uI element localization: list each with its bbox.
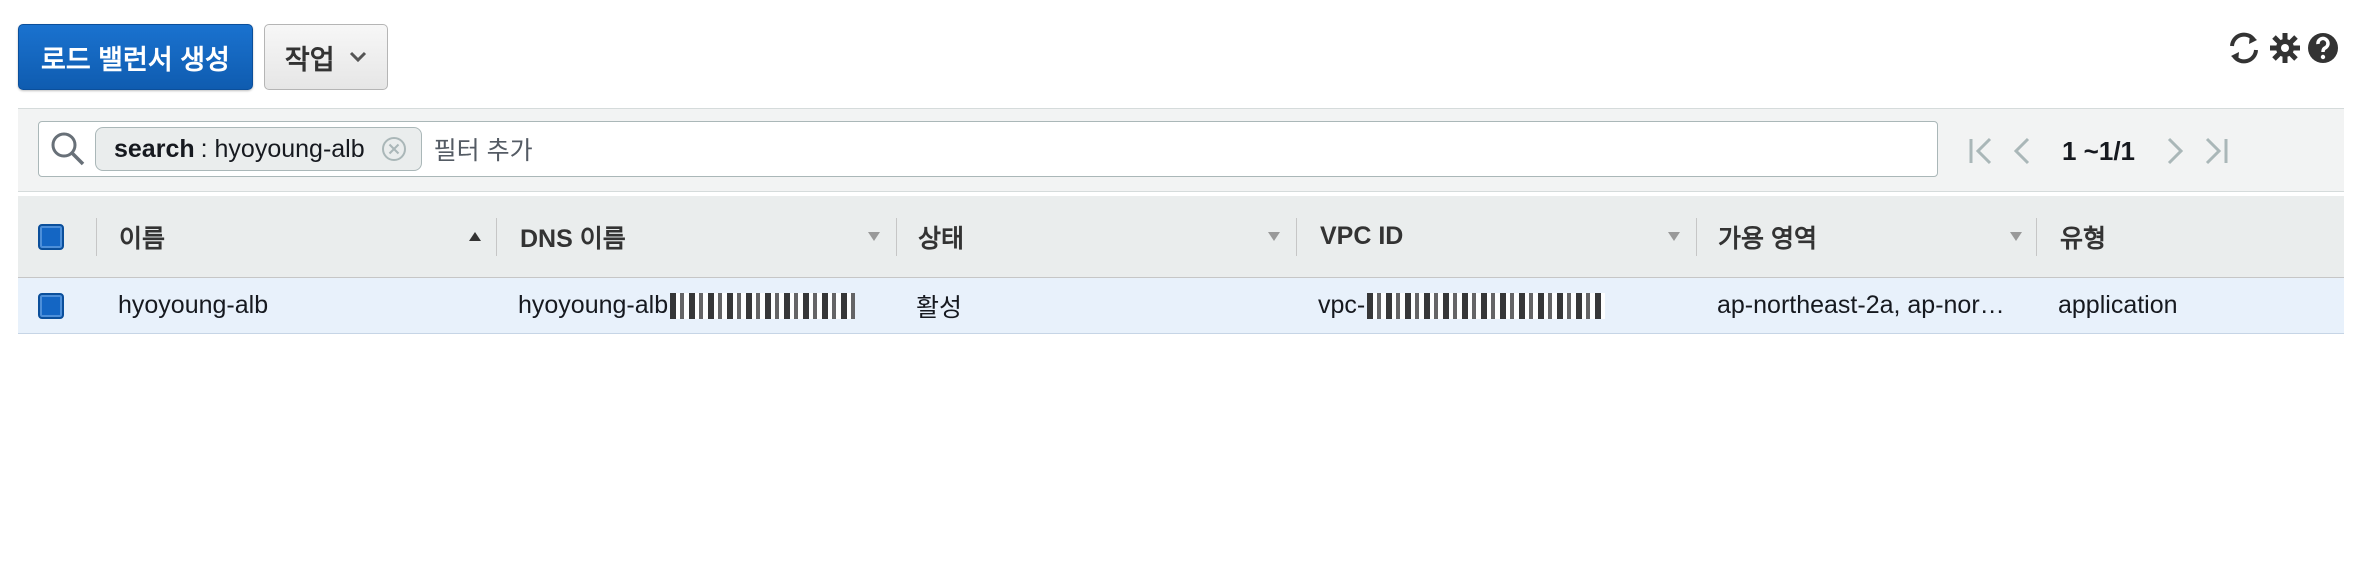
column-divider (1696, 218, 1697, 256)
page-range: 1 ~1/1 (2062, 135, 2136, 166)
row-vpc-id-text: vpc- (1318, 291, 1366, 319)
column-header-availability-zone[interactable]: 가용 영역 (1718, 196, 1817, 277)
column-divider (896, 218, 897, 256)
toolbar: 로드 밸런서 생성 작업 (18, 24, 388, 90)
close-icon[interactable] (381, 136, 407, 162)
previous-page-icon[interactable] (2012, 136, 2032, 166)
actions-dropdown-button[interactable]: 작업 (263, 24, 388, 90)
row-status: 활성 (916, 293, 963, 322)
column-header-name[interactable]: 이름 (119, 196, 165, 277)
column-header-dns[interactable]: DNS 이름 (520, 196, 626, 277)
create-load-balancer-button[interactable]: 로드 밸런서 생성 (18, 24, 253, 90)
filter-bar: search : hyoyoung-alb 필터 추가 1 ~1/1 (18, 108, 2344, 192)
next-page-icon[interactable] (2165, 136, 2185, 166)
filter-token-value: : hyoyoung-alb (200, 134, 365, 163)
load-balancer-table: 이름 DNS 이름 상태 VPC ID 가용 영역 유형 hyoyoung-al… (18, 196, 2344, 334)
row-dns-name: hyoyoung-alb (518, 278, 856, 333)
select-all-cell (38, 196, 64, 277)
row-availability-zone: ap-northeast-2a, ap-nor… (1717, 291, 2005, 319)
filter-token[interactable]: search : hyoyoung-alb (95, 127, 422, 171)
sort-ascending-icon[interactable] (468, 230, 482, 242)
redacted-vpc-suffix (1367, 292, 1606, 319)
select-all-checkbox[interactable] (38, 223, 64, 250)
search-input[interactable]: search : hyoyoung-alb 필터 추가 (38, 121, 1938, 177)
gear-icon[interactable] (2268, 31, 2302, 65)
add-filter-placeholder[interactable]: 필터 추가 (434, 131, 533, 167)
sort-down-icon[interactable] (1267, 230, 1281, 242)
column-header-type[interactable]: 유형 (2060, 196, 2106, 277)
table-header: 이름 DNS 이름 상태 VPC ID 가용 영역 유형 (18, 196, 2344, 278)
sort-down-icon[interactable] (2009, 230, 2023, 242)
column-divider (96, 218, 97, 256)
search-icon (51, 132, 85, 166)
create-load-balancer-label: 로드 밸런서 생성 (41, 44, 230, 75)
top-icons (2224, 28, 2340, 68)
row-select-cell (38, 278, 64, 333)
row-checkbox[interactable] (38, 292, 64, 319)
column-divider (1296, 218, 1297, 256)
column-divider (2036, 218, 2037, 256)
sort-down-icon[interactable] (1667, 230, 1681, 242)
row-dns-name-text: hyoyoung-alb (518, 291, 669, 319)
sort-down-icon[interactable] (867, 230, 881, 242)
column-header-status[interactable]: 상태 (918, 196, 964, 277)
filter-token-key: search (114, 134, 195, 163)
column-divider (496, 218, 497, 256)
actions-label: 작업 (284, 44, 335, 75)
table-row[interactable]: hyoyoung-alb hyoyoung-alb 활성 vpc- ap-nor… (18, 278, 2344, 334)
refresh-icon[interactable] (2224, 28, 2264, 68)
row-vpc-id: vpc- (1318, 278, 1606, 333)
row-type: application (2058, 291, 2178, 319)
first-page-icon[interactable] (1968, 136, 1994, 166)
last-page-icon[interactable] (2203, 136, 2229, 166)
row-name: hyoyoung-alb (118, 291, 269, 319)
chevron-down-icon (349, 51, 366, 63)
column-header-vpc-id[interactable]: VPC ID (1320, 196, 1403, 277)
redacted-dns-suffix (670, 292, 856, 319)
pagination: 1 ~1/1 (1968, 109, 2229, 193)
help-icon[interactable] (2306, 31, 2340, 65)
